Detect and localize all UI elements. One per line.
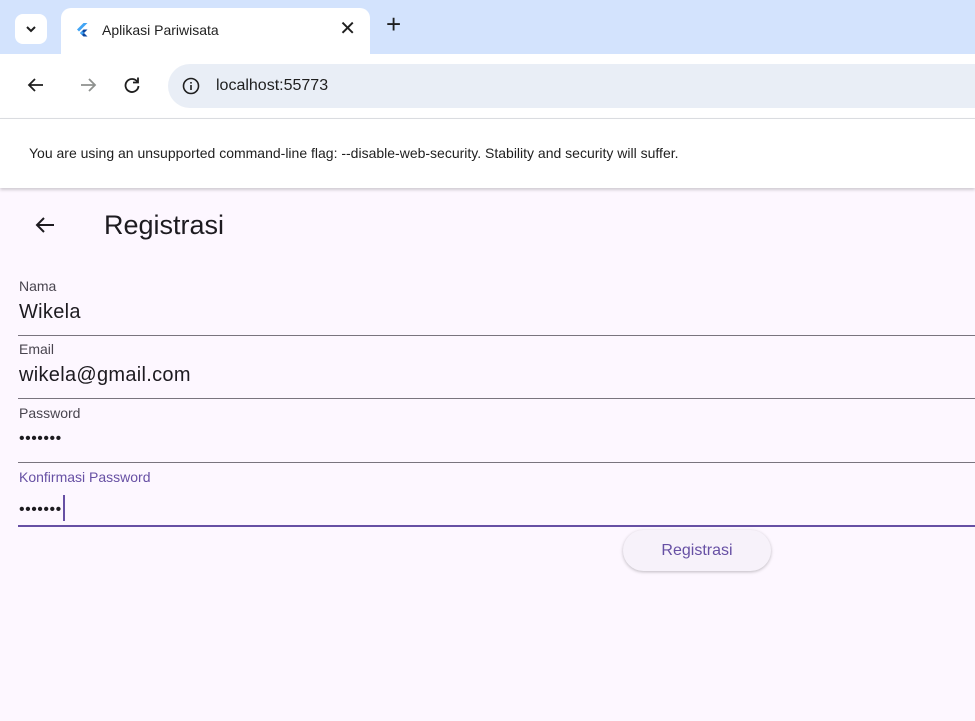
name-input[interactable]: Wikela xyxy=(19,300,81,324)
close-icon: ✕ xyxy=(339,18,356,40)
field-label: Email xyxy=(19,341,55,357)
back-arrow-icon[interactable] xyxy=(33,213,57,237)
address-bar[interactable]: localhost:55773 xyxy=(168,64,975,108)
text-cursor xyxy=(62,495,65,521)
name-field[interactable]: Nama Wikela xyxy=(18,278,975,342)
email-field[interactable]: Email wikela@gmail.com xyxy=(18,341,975,405)
email-input[interactable]: wikela@gmail.com xyxy=(19,363,191,387)
field-underline xyxy=(18,462,975,463)
field-label: Nama xyxy=(19,278,57,294)
plus-icon: + xyxy=(386,9,402,39)
register-button[interactable]: Registrasi xyxy=(623,530,771,571)
reload-icon xyxy=(124,77,140,93)
tab-title: Aplikasi Pariwisata xyxy=(102,22,219,38)
forward-button[interactable] xyxy=(76,73,100,97)
url-text[interactable]: localhost:55773 xyxy=(216,76,328,96)
field-label: Konfirmasi Password xyxy=(19,469,151,485)
tab-search-button[interactable] xyxy=(15,14,47,44)
field-underline xyxy=(18,398,975,399)
back-arrow-icon xyxy=(27,78,43,92)
confirm-password-field[interactable]: Konfirmasi Password ••••••• xyxy=(18,469,975,533)
flutter-logo-icon xyxy=(77,23,88,37)
browser-tab-strip: Aplikasi Pariwisata ✕ + xyxy=(0,0,975,54)
field-underline xyxy=(18,335,975,336)
warning-infobar: You are using an unsupported command-lin… xyxy=(0,118,975,188)
forward-arrow-icon xyxy=(81,78,97,92)
chevron-down-icon xyxy=(26,26,36,33)
masked-value: ••••••• xyxy=(19,501,62,518)
confirm-password-input[interactable]: ••••••• xyxy=(19,495,65,521)
browser-toolbar: localhost:55773 xyxy=(0,54,975,118)
page-title: Registrasi xyxy=(104,210,225,240)
close-tab-button[interactable]: ✕ xyxy=(339,19,356,39)
infobar-message: You are using an unsupported command-lin… xyxy=(29,145,679,161)
back-button[interactable] xyxy=(24,73,48,97)
field-underline xyxy=(18,525,975,527)
reload-button[interactable] xyxy=(120,73,144,97)
info-icon[interactable] xyxy=(182,77,200,95)
field-label: Password xyxy=(19,405,81,421)
browser-tab[interactable]: Aplikasi Pariwisata ✕ xyxy=(61,8,370,54)
password-input[interactable]: ••••••• xyxy=(19,431,62,447)
password-field[interactable]: Password ••••••• xyxy=(18,405,975,469)
app-bar: Registrasi xyxy=(0,189,975,261)
new-tab-button[interactable]: + xyxy=(386,11,401,37)
